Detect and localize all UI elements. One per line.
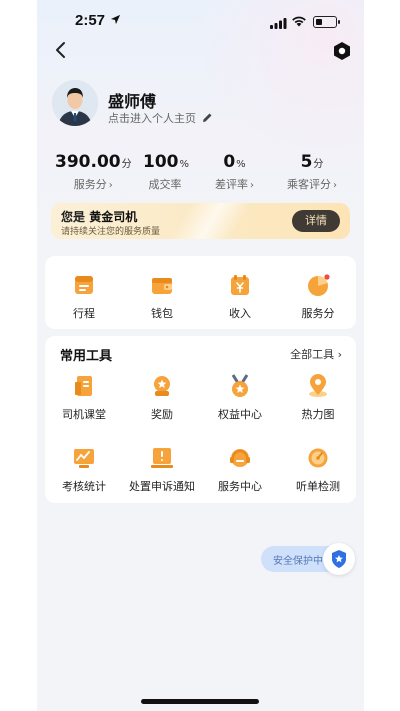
tool-driver-class[interactable]: 司机课堂 — [45, 374, 123, 422]
tool-label: 听单检测 — [296, 480, 340, 493]
service-score-icon — [306, 273, 330, 297]
back-button[interactable] — [51, 40, 71, 60]
stat-label: 服务分 — [73, 178, 107, 191]
stats-row: 390.00分 服务分 › 100% 成交率 0% 差评率 › 5分 乘客评分 › — [37, 152, 364, 192]
chevron-right-icon: › — [337, 348, 342, 361]
tool-appeal-notice[interactable]: 处置申诉通知 — [123, 446, 201, 494]
chevron-right-icon: › — [250, 180, 254, 191]
action-income[interactable]: 收入 — [201, 273, 279, 321]
safety-protection-button[interactable]: 安全保护中 — [261, 543, 355, 575]
notification-dot — [324, 274, 330, 280]
heatmap-icon — [306, 374, 330, 398]
hexagon-settings-icon — [334, 42, 350, 60]
tool-label: 司机课堂 — [62, 408, 106, 421]
profile-link-text[interactable]: 点击进入个人主页 — [108, 110, 196, 126]
action-itinerary[interactable]: 行程 — [45, 273, 123, 321]
action-label: 收入 — [229, 307, 251, 320]
tool-label: 热力图 — [301, 408, 335, 421]
tool-label: 服务中心 — [218, 480, 262, 493]
stat-value: 0 — [223, 152, 236, 172]
driver-name[interactable]: 盛师傅 — [108, 88, 156, 112]
driver-class-icon — [72, 374, 96, 398]
chevron-right-icon: › — [333, 180, 337, 191]
tool-heatmap[interactable]: 热力图 — [279, 374, 357, 422]
order-listening-test-icon — [306, 446, 330, 470]
driver-level: 黄金司机 — [89, 210, 138, 224]
reward-icon — [150, 374, 174, 398]
common-tools-card: 常用工具 全部工具 › 司机课堂 奖励 权益中心 热力图 考核统计 处置申诉通知… — [45, 336, 356, 503]
chevron-right-icon: › — [108, 180, 113, 191]
tool-order-listening-test[interactable]: 听单检测 — [279, 446, 357, 494]
stat-passenger-rating[interactable]: 5分 乘客评分 › — [287, 152, 337, 192]
driver-level-line: 您是 黄金司机 — [61, 208, 137, 225]
settings-button[interactable] — [331, 40, 353, 62]
status-time: 2:57 — [75, 12, 106, 29]
stat-unit: 分 — [121, 159, 132, 170]
stat-unit: % — [179, 159, 190, 170]
battery-icon — [313, 16, 340, 28]
itinerary-icon — [72, 273, 96, 297]
service-center-icon — [228, 446, 252, 470]
tool-assessment-stats[interactable]: 考核统计 — [45, 446, 123, 494]
appeal-notice-icon — [150, 446, 174, 470]
wallet-icon — [150, 273, 174, 297]
action-label: 钱包 — [151, 307, 173, 320]
stat-unit: % — [236, 159, 246, 170]
stat-deal-rate: 100% 成交率 — [143, 152, 189, 192]
stat-value: 100 — [143, 152, 179, 172]
safety-label: 安全保护中 — [273, 556, 323, 567]
app-screen: 2:57 盛师傅 点击进入个人主页 390.00分 服务分 › 100% 成交率… — [37, 0, 364, 711]
tool-label: 考核统计 — [62, 480, 106, 493]
stat-label: 差评率 — [215, 178, 248, 191]
stat-label: 成交率 — [148, 178, 182, 191]
details-button[interactable]: 详情 — [292, 210, 340, 232]
edit-pencil-icon[interactable] — [201, 109, 213, 128]
location-arrow-icon — [110, 14, 121, 28]
tool-service-center[interactable]: 服务中心 — [201, 446, 279, 494]
stat-service-score[interactable]: 390.00分 服务分 › — [55, 152, 132, 192]
tool-label: 奖励 — [151, 408, 173, 421]
gold-driver-banner[interactable]: 您是 黄金司机 请持续关注您的服务质量 详情 — [51, 203, 350, 239]
stat-label: 乘客评分 — [287, 178, 331, 191]
income-icon — [228, 273, 252, 297]
wifi-icon — [291, 14, 307, 32]
action-wallet[interactable]: 钱包 — [123, 273, 201, 321]
all-tools-label: 全部工具 — [290, 348, 335, 361]
home-indicator[interactable] — [141, 699, 259, 704]
all-tools-link[interactable]: 全部工具 › — [290, 346, 342, 362]
assessment-stats-icon — [72, 446, 96, 470]
stat-unit: 分 — [313, 159, 324, 170]
benefits-icon — [228, 374, 252, 398]
stat-value: 5 — [300, 152, 313, 172]
cellular-signal-icon — [270, 16, 287, 34]
stat-bad-review-rate[interactable]: 0% 差评率 › — [215, 152, 254, 192]
action-label: 服务分 — [301, 307, 335, 320]
tool-label: 权益中心 — [218, 408, 262, 421]
tool-reward[interactable]: 奖励 — [123, 374, 201, 422]
driver-avatar-icon — [52, 80, 98, 126]
chevron-left-icon — [56, 42, 65, 58]
main-actions-card: 行程 钱包 收入 服务分 — [45, 256, 356, 329]
avatar[interactable] — [52, 80, 98, 126]
tool-benefits-center[interactable]: 权益中心 — [201, 374, 279, 422]
stat-value: 390.00 — [55, 152, 121, 172]
action-service-score[interactable]: 服务分 — [279, 273, 357, 321]
level-subtitle: 请持续关注您的服务质量 — [61, 227, 161, 237]
shield-icon — [323, 543, 355, 575]
status-bar: 2:57 — [37, 12, 364, 32]
level-prefix: 您是 — [61, 210, 86, 224]
action-label: 行程 — [73, 307, 95, 320]
tools-title: 常用工具 — [60, 349, 113, 364]
tool-label: 处置申诉通知 — [129, 480, 195, 493]
